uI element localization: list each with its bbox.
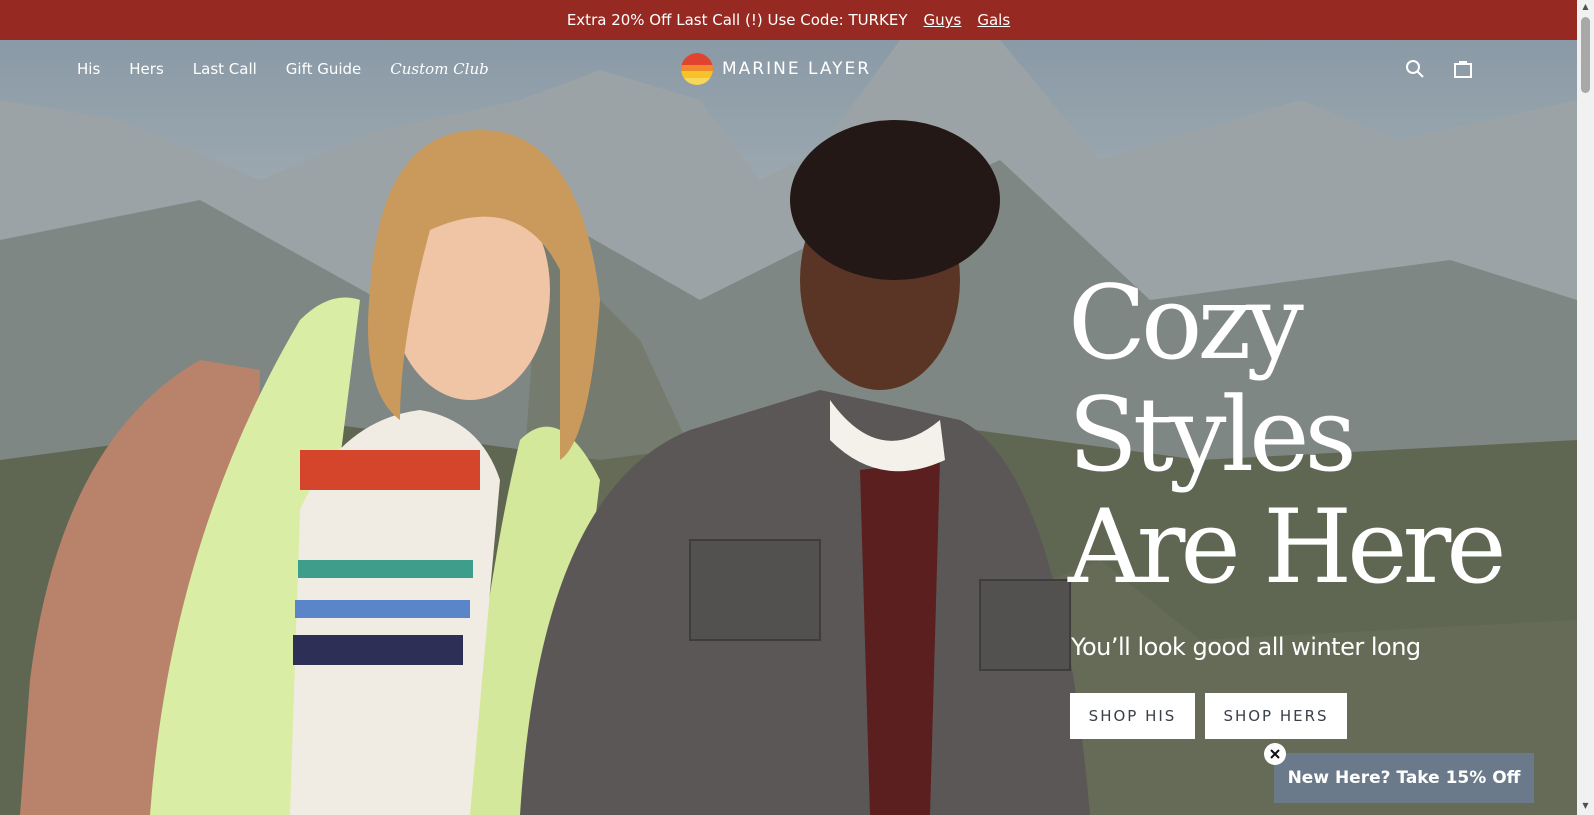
close-icon[interactable] (1264, 743, 1286, 765)
main-nav: His Hers Last Call Gift Guide Custom Clu… (0, 40, 1577, 100)
nav-gift-guide[interactable]: Gift Guide (286, 60, 362, 78)
logo-mark-icon (681, 53, 713, 85)
logo-text: MARINE LAYER (722, 59, 872, 79)
headline-line: Cozy (1068, 264, 1304, 383)
guys-link[interactable]: Guys (924, 11, 962, 29)
logo[interactable]: MARINE LAYER (681, 53, 871, 85)
nav-last-call[interactable]: Last Call (193, 60, 257, 78)
shop-his-button[interactable]: SHOP HIS (1070, 693, 1195, 739)
scrollbar[interactable]: ▲ ▼ (1577, 0, 1594, 815)
nav-his[interactable]: His (77, 60, 100, 78)
scroll-up-icon[interactable]: ▲ (1581, 2, 1590, 14)
scrollbar-thumb[interactable] (1581, 17, 1590, 93)
headline-line: Are Here (1068, 488, 1507, 607)
bag-icon[interactable] (1453, 59, 1473, 79)
scroll-down-icon[interactable]: ▼ (1581, 801, 1590, 813)
headline-line: Styles (1068, 376, 1357, 495)
new-here-popup-tab[interactable]: New Here? Take 15% Off (1274, 753, 1534, 803)
search-icon[interactable] (1405, 59, 1425, 79)
nav-custom-club[interactable]: Custom Club (390, 60, 488, 78)
nav-hers[interactable]: Hers (129, 60, 164, 78)
hero-subhead: You’ll look good all winter long (1071, 633, 1421, 661)
shop-hers-button[interactable]: SHOP HERS (1205, 693, 1347, 739)
announcement-bar: Extra 20% Off Last Call (!) Use Code: TU… (0, 0, 1577, 40)
hero-headline: Cozy Styles Are Here (1068, 264, 1507, 607)
gals-link[interactable]: Gals (977, 11, 1010, 29)
promo-text: Extra 20% Off Last Call (!) Use Code: TU… (566, 11, 908, 29)
